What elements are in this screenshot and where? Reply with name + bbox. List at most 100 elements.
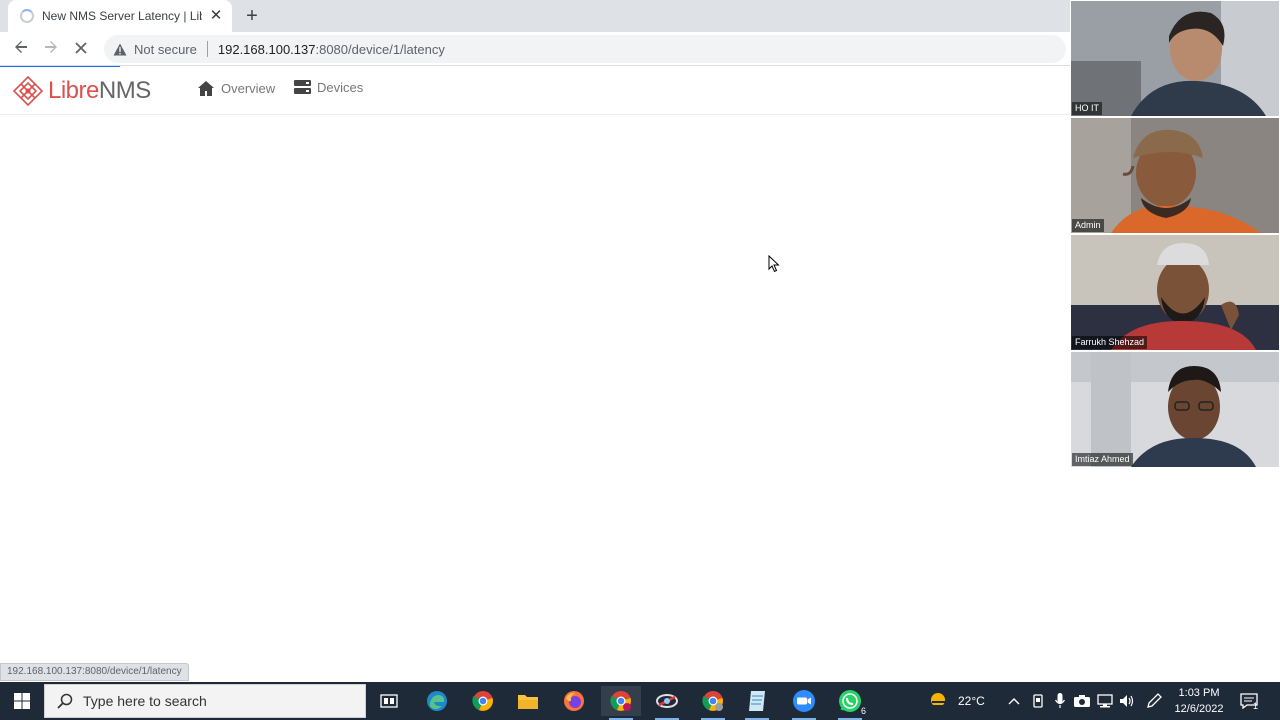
link-status-bubble: 192.168.100.137:8080/device/1/latency xyxy=(0,663,189,681)
chrome-profile-2-button[interactable] xyxy=(693,686,733,720)
chevron-up-icon xyxy=(1008,698,1020,705)
stop-loading-button[interactable] xyxy=(70,38,92,60)
tray-volume-button[interactable] xyxy=(1119,682,1135,720)
omnibox-divider xyxy=(206,41,208,57)
loading-spinner-icon xyxy=(20,9,34,23)
search-placeholder: Type here to search xyxy=(83,693,207,709)
clock-date: 12/6/2022 xyxy=(1174,703,1224,715)
sun-cloud-icon xyxy=(931,693,948,707)
zoom-icon xyxy=(793,690,815,712)
firefox-button[interactable] xyxy=(554,686,594,716)
tray-microphone-button[interactable] xyxy=(1055,682,1065,720)
librenms-logo[interactable]: LibreNMS xyxy=(12,75,151,107)
firefox-icon xyxy=(564,691,584,711)
browser-tab[interactable]: New NMS Server Latency | Libre ✕ xyxy=(8,0,232,32)
participant-tile[interactable]: Imtiaz Ahmed xyxy=(1071,352,1279,467)
mouse-cursor-icon xyxy=(768,254,780,278)
chrome-profile-2-icon xyxy=(702,691,723,711)
forward-arrow-icon xyxy=(45,41,57,53)
tray-camera-button[interactable] xyxy=(1074,682,1090,720)
whatsapp-badge: 6 xyxy=(860,706,866,716)
network-tool-icon xyxy=(656,694,678,708)
zoom-button[interactable] xyxy=(784,686,824,720)
participant-tile[interactable]: Farrukh Shehzad xyxy=(1071,235,1279,350)
chrome-profile-button[interactable] xyxy=(601,686,641,720)
back-arrow-icon xyxy=(15,41,27,53)
url-path: :8080/device/1/latency xyxy=(315,41,445,57)
close-icon xyxy=(75,42,87,54)
back-button[interactable] xyxy=(10,38,32,60)
url-host: 192.168.100.137 xyxy=(217,41,316,57)
whatsapp-icon xyxy=(839,690,861,712)
tray-pen-button[interactable] xyxy=(1146,682,1162,720)
notepad-button[interactable] xyxy=(737,686,777,720)
video-feed-farrukh-shehzad xyxy=(1071,235,1279,350)
tab-close-icon[interactable]: ✕ xyxy=(208,8,224,24)
clock-time: 1:03 PM xyxy=(1178,687,1220,699)
participant-tile[interactable]: HO IT xyxy=(1071,1,1279,116)
meeting-video-panel: HO IT Admin Farrukh Shehzad Imtiaz Ahmed xyxy=(1070,0,1280,682)
taskbar-search-box[interactable]: Type here to search xyxy=(44,684,366,718)
chrome-icon xyxy=(472,691,493,711)
network-icon xyxy=(1097,694,1113,708)
home-icon xyxy=(198,81,214,96)
tab-strip: New NMS Server Latency | Libre ✕ + xyxy=(0,0,1070,32)
camera-icon xyxy=(1074,695,1090,707)
forward-button[interactable] xyxy=(40,38,62,60)
weather-temperature: 22°C xyxy=(958,694,985,708)
task-view-icon xyxy=(380,694,398,708)
nav-overview-label: Overview xyxy=(221,81,276,96)
address-bar[interactable]: Not secure 192.168.100.137:8080/device/1… xyxy=(104,35,1066,63)
search-icon xyxy=(57,693,73,709)
url-text[interactable]: 192.168.100.137:8080/device/1/latency xyxy=(218,42,445,57)
edge-button[interactable] xyxy=(417,686,457,716)
new-tab-button[interactable]: + xyxy=(242,6,262,26)
tray-overflow-button[interactable] xyxy=(1008,682,1020,720)
usb-device-icon xyxy=(1033,694,1043,708)
chrome-profile-icon xyxy=(610,691,631,711)
network-tool-button[interactable] xyxy=(647,686,687,720)
nav-devices-label: Devices xyxy=(317,80,364,95)
server-icon xyxy=(294,80,311,94)
logo-text: LibreNMS xyxy=(48,77,151,105)
browser-window: New NMS Server Latency | Libre ✕ + Not s… xyxy=(0,0,1070,682)
file-explorer-icon xyxy=(518,695,538,709)
participant-tile[interactable]: Admin xyxy=(1071,118,1279,233)
participant-name: HO IT xyxy=(1072,102,1102,115)
pen-icon xyxy=(1147,693,1162,708)
video-feed-imtiaz-ahmed xyxy=(1071,352,1279,467)
task-view-button[interactable] xyxy=(369,686,409,716)
chrome-button[interactable] xyxy=(463,686,503,716)
participant-name: Admin xyxy=(1072,219,1104,232)
librenms-logo-icon xyxy=(12,75,44,107)
participant-name: Farrukh Shehzad xyxy=(1072,336,1148,349)
tray-usb-button[interactable] xyxy=(1032,682,1044,720)
logo-libre: Libre xyxy=(48,77,99,104)
logo-nms: NMS xyxy=(98,77,151,104)
librenms-navbar: LibreNMS Overview Devices xyxy=(0,67,1070,115)
video-feed-admin xyxy=(1071,118,1279,233)
notification-center-button[interactable]: 1 xyxy=(1240,682,1258,720)
speaker-icon xyxy=(1120,695,1134,707)
weather-widget[interactable]: 22°C xyxy=(928,682,985,720)
edge-icon xyxy=(427,691,447,711)
file-explorer-button[interactable] xyxy=(508,686,548,716)
nav-overview[interactable]: Overview xyxy=(197,80,275,97)
tab-title: New NMS Server Latency | Libre xyxy=(42,9,202,23)
video-feed-ho-it xyxy=(1071,1,1279,116)
tray-network-button[interactable] xyxy=(1097,682,1113,720)
warning-icon[interactable] xyxy=(112,41,128,57)
microphone-icon xyxy=(1055,693,1065,708)
page-content-loading xyxy=(0,116,1070,666)
screen: New NMS Server Latency | Libre ✕ + Not s… xyxy=(0,0,1280,720)
windows-taskbar: Type here to search 6 22°C 1:03 PM 12/6/… xyxy=(0,682,1280,720)
security-label[interactable]: Not secure xyxy=(134,42,197,57)
participant-name: Imtiaz Ahmed xyxy=(1072,453,1133,466)
nav-devices[interactable]: Devices xyxy=(294,80,363,95)
taskbar-clock[interactable]: 1:03 PM 12/6/2022 xyxy=(1168,685,1230,717)
browser-toolbar: Not secure 192.168.100.137:8080/device/1… xyxy=(0,32,1070,66)
whatsapp-button[interactable]: 6 xyxy=(830,686,870,720)
notification-count: 1 xyxy=(1253,701,1259,711)
windows-logo-icon xyxy=(14,693,30,709)
start-button[interactable] xyxy=(0,682,44,720)
